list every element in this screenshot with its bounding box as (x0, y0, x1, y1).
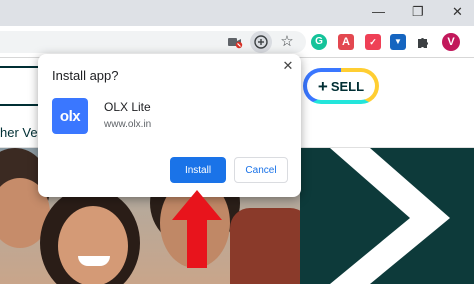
blocked-camera-icon[interactable] (226, 33, 244, 51)
profile-avatar[interactable]: V (442, 33, 460, 51)
save-extension-icon[interactable]: ▼ (390, 34, 406, 50)
app-name: OLX Lite (104, 100, 151, 114)
app-icon-text: olx (59, 107, 81, 125)
install-app-icon[interactable] (250, 31, 272, 53)
chevron-graphic-icon (330, 148, 450, 284)
banner-graphic (300, 148, 474, 284)
browser-title-bar: — ❐ ✕ (0, 0, 474, 26)
olx-app-icon: olx (52, 98, 88, 134)
install-button[interactable]: Install (170, 157, 226, 183)
close-window-button[interactable]: ✕ (452, 4, 463, 20)
close-icon[interactable]: ✕ (280, 58, 296, 74)
person-face-center (58, 206, 128, 284)
smile (78, 256, 110, 266)
plus-icon: + (317, 76, 328, 96)
grammarly-letter: G (311, 34, 327, 50)
search-field[interactable] (0, 66, 42, 106)
acrobat-extension-icon[interactable]: A (338, 34, 354, 50)
sell-button-inner: + SELL (307, 72, 375, 100)
grammarly-extension-icon[interactable]: G (310, 33, 328, 51)
cancel-button[interactable]: Cancel (234, 157, 288, 183)
maximize-button[interactable]: ❐ (412, 4, 424, 20)
sell-label: SELL (330, 78, 365, 94)
dialog-title: Install app? (52, 68, 119, 83)
red-arrow-icon (172, 190, 222, 268)
app-url: www.olx.in (104, 119, 152, 130)
install-app-dialog: Install app? ✕ olx OLX Lite www.olx.in I… (38, 54, 301, 197)
sell-button[interactable]: + SELL (303, 68, 379, 104)
pocket-extension-icon[interactable]: ✓ (365, 34, 381, 50)
extensions-puzzle-icon[interactable] (414, 33, 432, 51)
person-shirt (230, 208, 300, 284)
bookmark-star-icon[interactable]: ☆ (278, 33, 296, 51)
minimize-button[interactable]: — (372, 4, 385, 20)
